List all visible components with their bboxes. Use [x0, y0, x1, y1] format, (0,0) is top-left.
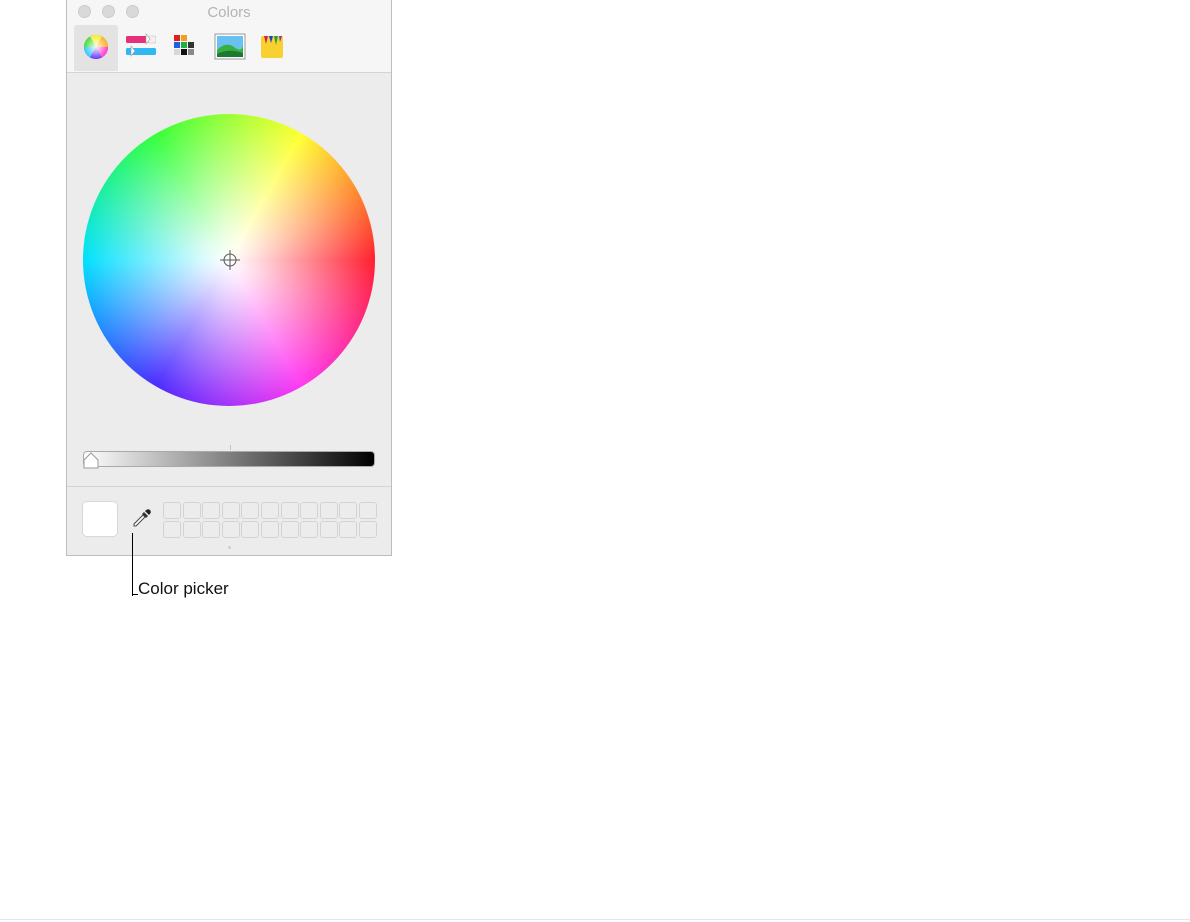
color-palettes-icon	[174, 35, 194, 55]
picker-mode-toolbar	[67, 22, 391, 73]
swatch-cell[interactable]	[339, 521, 358, 538]
swatch-cell[interactable]	[202, 502, 221, 519]
current-color-swatch[interactable]	[83, 502, 117, 536]
swatch-cell[interactable]	[300, 521, 319, 538]
callout-line	[132, 533, 134, 596]
color-wheel-tab[interactable]	[74, 25, 118, 71]
swatch-cell[interactable]	[358, 521, 377, 538]
callout-label: Color picker	[138, 579, 229, 598]
color-wheel-icon	[84, 34, 108, 60]
swatch-cell[interactable]	[221, 521, 240, 538]
swatch-cell[interactable]	[319, 502, 338, 519]
swatch-cell[interactable]	[241, 502, 260, 519]
swatch-cell[interactable]	[319, 521, 338, 538]
pencils-icon	[261, 36, 283, 58]
wheel-crosshair-icon[interactable]	[220, 250, 240, 270]
color-wheel-area	[67, 73, 391, 486]
pencils-tab[interactable]	[250, 25, 294, 71]
swatch-cell[interactable]	[182, 521, 201, 538]
swatch-grid	[163, 502, 377, 539]
eyedropper-icon[interactable]	[130, 508, 152, 530]
slider-knob[interactable]	[82, 452, 100, 470]
section-divider	[67, 486, 391, 487]
swatch-cell[interactable]	[339, 502, 358, 519]
image-palettes-icon	[214, 33, 246, 60]
color-palettes-tab[interactable]	[162, 25, 206, 71]
color-sliders-icon	[126, 33, 156, 57]
swatch-cell[interactable]	[260, 502, 279, 519]
window-title: Colors	[207, 4, 251, 21]
page-bottom-rule	[0, 919, 1190, 920]
swatch-cell[interactable]	[202, 521, 221, 538]
color-sliders-tab[interactable]	[118, 25, 162, 71]
swatch-cell[interactable]	[358, 502, 377, 519]
swatch-cell[interactable]	[280, 521, 299, 538]
image-palettes-tab[interactable]	[206, 25, 250, 71]
swatch-cell[interactable]	[221, 502, 240, 519]
swatch-cell[interactable]	[260, 521, 279, 538]
swatch-cell[interactable]	[280, 502, 299, 519]
slider-tick-mark	[230, 445, 231, 450]
swatch-cell[interactable]	[163, 502, 181, 519]
swatch-cell[interactable]	[163, 521, 181, 538]
colors-panel: Colors	[66, 0, 392, 556]
swatch-cell[interactable]	[182, 502, 201, 519]
brightness-slider[interactable]	[83, 451, 375, 467]
swatch-cell[interactable]	[241, 521, 260, 538]
resize-handle[interactable]	[228, 546, 231, 549]
swatch-cell[interactable]	[300, 502, 319, 519]
